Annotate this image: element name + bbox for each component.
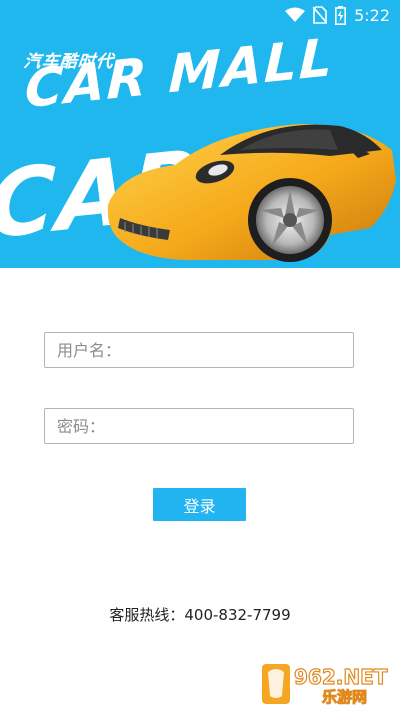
- password-field[interactable]: [44, 408, 354, 444]
- watermark-logo-text: 962.NET: [294, 665, 388, 689]
- password-input[interactable]: [45, 409, 353, 443]
- battery-charging-icon: [335, 5, 347, 25]
- username-field[interactable]: [44, 332, 354, 368]
- sports-car-image: [107, 124, 396, 262]
- clock: 5:22: [354, 5, 390, 25]
- customer-service-hotline: 客服热线：400-832-7799: [109, 606, 291, 624]
- login-button[interactable]: 登录: [153, 488, 246, 521]
- banner-brand-title: CAR MALL: [23, 30, 336, 121]
- hero-banner: 汽车酷时代 CAR MALL CAR: [0, 30, 400, 268]
- 962-net-watermark-logo: 962.NET 乐游网: [262, 664, 388, 706]
- watermark-sub-text: 乐游网: [322, 688, 367, 706]
- status-bar: 5:22: [0, 0, 400, 30]
- status-icons: 5:22: [285, 5, 390, 25]
- wifi-icon: [285, 7, 306, 22]
- username-input[interactable]: [45, 333, 353, 367]
- no-sim-icon: [313, 6, 328, 24]
